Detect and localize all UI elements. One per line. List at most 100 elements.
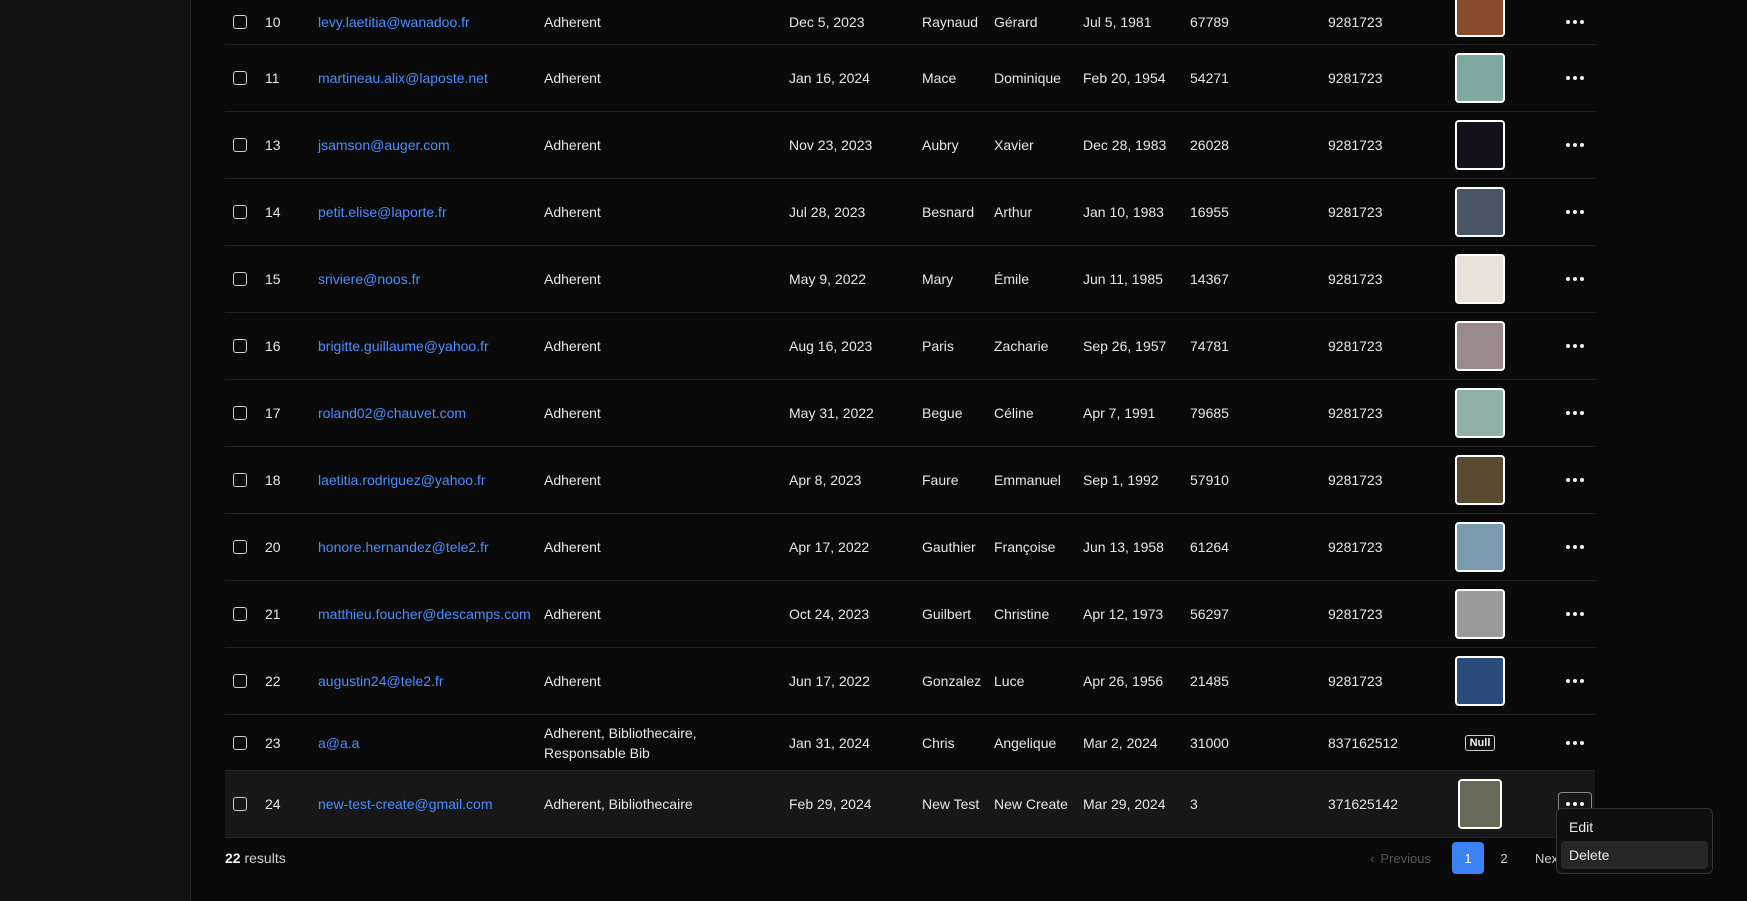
user-email-link[interactable]: levy.laetitia@wanadoo.fr bbox=[318, 0, 470, 44]
more-icon[interactable] bbox=[1566, 411, 1584, 415]
row-checkbox[interactable] bbox=[233, 138, 247, 152]
phone-number: 9281723 bbox=[1328, 405, 1383, 421]
created-date: Nov 23, 2023 bbox=[789, 137, 873, 153]
user-photo[interactable] bbox=[1455, 53, 1505, 103]
user-id: 11 bbox=[265, 70, 280, 86]
menu-item-edit[interactable]: Edit bbox=[1561, 813, 1708, 841]
row-checkbox[interactable] bbox=[233, 406, 247, 420]
last-name: Raynaud bbox=[922, 14, 979, 30]
birth-date: Dec 28, 1983 bbox=[1083, 137, 1167, 153]
menu-item-delete[interactable]: Delete bbox=[1561, 841, 1708, 869]
birth-date: Jun 11, 1985 bbox=[1083, 271, 1163, 287]
postal-code: 14367 bbox=[1190, 271, 1229, 287]
user-email-link[interactable]: new-test-create@gmail.com bbox=[318, 771, 493, 837]
table-row: 10 levy.laetitia@wanadoo.fr Adherent Dec… bbox=[225, 0, 1595, 45]
user-email-link[interactable]: martineau.alix@laposte.net bbox=[318, 45, 488, 111]
photo-null-badge: Null bbox=[1464, 734, 1496, 751]
more-icon[interactable] bbox=[1566, 612, 1584, 616]
created-date: Aug 16, 2023 bbox=[789, 338, 873, 354]
user-email-link[interactable]: a@a.a bbox=[318, 715, 359, 770]
user-email-link[interactable]: brigitte.guillaume@yahoo.fr bbox=[318, 313, 489, 379]
row-checkbox[interactable] bbox=[233, 71, 247, 85]
user-email-link[interactable]: laetitia.rodriguez@yahoo.fr bbox=[318, 447, 486, 513]
created-date: Jun 17, 2022 bbox=[789, 673, 870, 689]
birth-date: Mar 2, 2024 bbox=[1083, 734, 1158, 751]
phone-number: 9281723 bbox=[1328, 14, 1383, 30]
user-email-link[interactable]: honore.hernandez@tele2.fr bbox=[318, 514, 489, 580]
birth-date: Jan 10, 1983 bbox=[1083, 204, 1164, 220]
created-date: Jan 31, 2024 bbox=[789, 734, 870, 751]
phone-number: 9281723 bbox=[1328, 539, 1383, 555]
more-icon[interactable] bbox=[1566, 679, 1584, 683]
table-row: 24 new-test-create@gmail.com Adherent, B… bbox=[225, 771, 1595, 838]
more-icon[interactable] bbox=[1566, 20, 1584, 24]
first-name: Xavier bbox=[994, 137, 1034, 153]
user-email-link[interactable]: matthieu.foucher@descamps.com bbox=[318, 581, 531, 647]
more-icon[interactable] bbox=[1566, 76, 1584, 80]
birth-date: Apr 26, 1956 bbox=[1083, 673, 1164, 689]
first-name: Céline bbox=[994, 405, 1034, 421]
user-email-link[interactable]: sriviere@noos.fr bbox=[318, 246, 420, 312]
last-name: Chris bbox=[922, 734, 955, 751]
phone-number: 9281723 bbox=[1328, 606, 1383, 622]
more-icon[interactable] bbox=[1566, 344, 1584, 348]
user-roles: Adherent bbox=[544, 271, 601, 287]
postal-code: 79685 bbox=[1190, 405, 1229, 421]
sidebar bbox=[0, 0, 191, 901]
user-id: 23 bbox=[265, 734, 281, 751]
row-checkbox[interactable] bbox=[233, 540, 247, 554]
first-name: Françoise bbox=[994, 539, 1056, 555]
created-date: Jan 16, 2024 bbox=[789, 70, 870, 86]
row-checkbox[interactable] bbox=[233, 473, 247, 487]
phone-number: 837162512 bbox=[1328, 734, 1399, 751]
more-icon[interactable] bbox=[1566, 740, 1584, 745]
more-icon[interactable] bbox=[1566, 143, 1584, 147]
row-checkbox[interactable] bbox=[233, 339, 247, 353]
row-checkbox[interactable] bbox=[233, 674, 247, 688]
last-name: Mary bbox=[922, 271, 954, 287]
postal-code: 57910 bbox=[1190, 472, 1229, 488]
phone-number: 9281723 bbox=[1328, 472, 1383, 488]
row-checkbox[interactable] bbox=[233, 205, 247, 219]
more-icon[interactable] bbox=[1566, 478, 1584, 482]
user-photo[interactable] bbox=[1458, 779, 1502, 829]
user-photo[interactable] bbox=[1455, 656, 1505, 706]
user-id: 20 bbox=[265, 539, 281, 555]
user-photo[interactable] bbox=[1455, 120, 1505, 170]
previous-button[interactable]: ‹ Previous bbox=[1370, 842, 1431, 874]
user-id: 17 bbox=[265, 405, 281, 421]
user-photo[interactable] bbox=[1455, 254, 1505, 304]
postal-code: 54271 bbox=[1190, 70, 1229, 86]
user-photo[interactable] bbox=[1455, 321, 1505, 371]
user-email-link[interactable]: roland02@chauvet.com bbox=[318, 380, 466, 446]
created-date: Jul 28, 2023 bbox=[789, 204, 866, 220]
more-icon[interactable] bbox=[1566, 545, 1584, 549]
user-photo[interactable] bbox=[1455, 0, 1505, 37]
row-checkbox[interactable] bbox=[233, 15, 247, 29]
row-checkbox[interactable] bbox=[233, 735, 247, 750]
more-icon[interactable] bbox=[1566, 210, 1584, 214]
first-name: Angelique bbox=[994, 734, 1057, 751]
user-email-link[interactable]: petit.elise@laporte.fr bbox=[318, 179, 447, 245]
phone-number: 9281723 bbox=[1328, 70, 1383, 86]
user-photo[interactable] bbox=[1455, 589, 1505, 639]
birth-date: Sep 26, 1957 bbox=[1083, 338, 1167, 354]
user-photo[interactable] bbox=[1455, 522, 1505, 572]
row-checkbox[interactable] bbox=[233, 797, 247, 811]
user-photo[interactable] bbox=[1455, 455, 1505, 505]
more-icon[interactable] bbox=[1566, 277, 1584, 281]
created-date: May 9, 2022 bbox=[789, 271, 867, 287]
row-checkbox[interactable] bbox=[233, 272, 247, 286]
user-roles: Adherent bbox=[544, 137, 601, 153]
row-checkbox[interactable] bbox=[233, 607, 247, 621]
first-name: Luce bbox=[994, 673, 1025, 689]
birth-date: Apr 12, 1973 bbox=[1083, 606, 1164, 622]
page-2-button[interactable]: 2 bbox=[1488, 842, 1520, 874]
user-roles: Adherent bbox=[544, 338, 601, 354]
table-row: 22 augustin24@tele2.fr Adherent Jun 17, … bbox=[225, 648, 1595, 715]
user-photo[interactable] bbox=[1455, 187, 1505, 237]
user-email-link[interactable]: jsamson@auger.com bbox=[318, 112, 450, 178]
user-photo[interactable] bbox=[1455, 388, 1505, 438]
page-1-button[interactable]: 1 bbox=[1452, 842, 1484, 874]
user-email-link[interactable]: augustin24@tele2.fr bbox=[318, 648, 444, 714]
